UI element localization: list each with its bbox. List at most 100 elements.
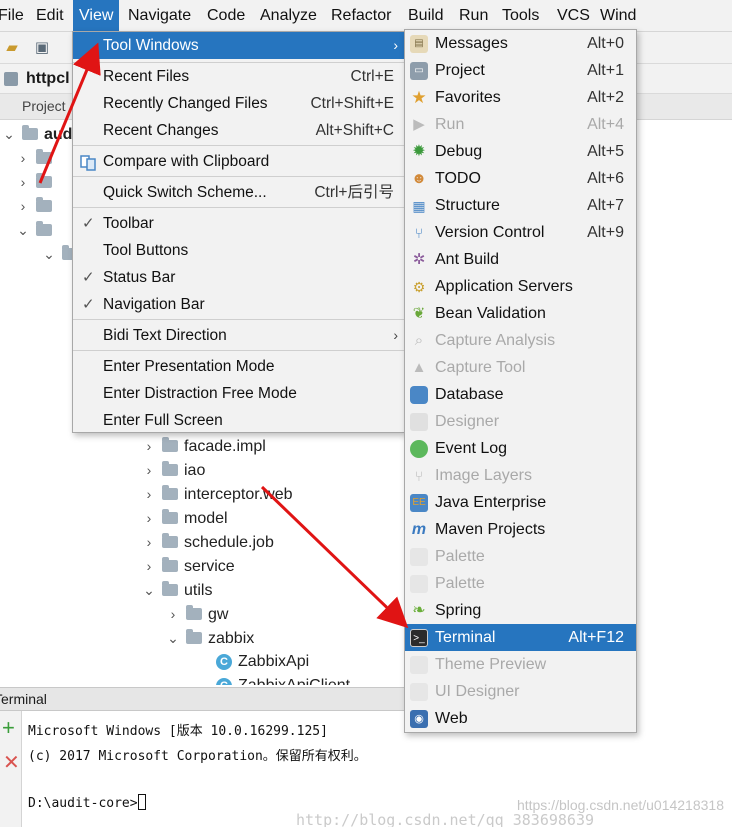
- tool-window-shortcut: Alt+5: [587, 143, 624, 160]
- tool-window-structure[interactable]: ▦ Structure Alt+7: [405, 192, 636, 219]
- tool-window-todo[interactable]: ☻ TODO Alt+6: [405, 165, 636, 192]
- tree-root-row[interactable]: ⌄ aud: [0, 122, 72, 146]
- menu-navigate[interactable]: Navigate: [122, 0, 197, 31]
- tree-row[interactable]: ⌄: [14, 218, 58, 242]
- menu-item-full-screen[interactable]: Enter Full Screen: [73, 407, 404, 434]
- menu-item-label: Tool Buttons: [103, 242, 189, 259]
- menu-item-presentation-mode[interactable]: Enter Presentation Mode: [73, 353, 404, 380]
- chevron-right-icon[interactable]: ›: [14, 146, 32, 170]
- menu-run[interactable]: Run: [453, 0, 494, 31]
- tool-window-capture-tool[interactable]: ▲ Capture Tool: [405, 354, 636, 381]
- tool-window-run[interactable]: ▶ Run Alt+4: [405, 111, 636, 138]
- capture-tool-icon: ▲: [411, 359, 427, 376]
- tree-item-zabbixapiclient[interactable]: C ZabbixApiClient: [212, 674, 350, 685]
- tree-item-model[interactable]: › model: [140, 506, 228, 530]
- tree-item-facade-impl[interactable]: › facade.impl: [140, 434, 266, 458]
- menu-item-bidi-text-direction[interactable]: Bidi Text Direction ›: [73, 322, 404, 349]
- menu-tools[interactable]: Tools: [496, 0, 545, 31]
- tree-item-label: iao: [184, 462, 206, 479]
- chevron-down-icon[interactable]: ⌄: [14, 218, 32, 242]
- menu-code[interactable]: Code: [201, 0, 251, 31]
- tool-window-spring[interactable]: ❧ Spring: [405, 597, 636, 624]
- tool-window-bean-validation[interactable]: ❦ Bean Validation: [405, 300, 636, 327]
- tool-window-palette[interactable]: Palette: [405, 543, 636, 570]
- menu-window[interactable]: Wind: [594, 0, 642, 31]
- tool-window-event-log[interactable]: Event Log: [405, 435, 636, 462]
- tool-window-project[interactable]: ▭ Project Alt+1: [405, 57, 636, 84]
- tree-item-utils[interactable]: ⌄ utils: [140, 578, 212, 602]
- chevron-right-icon[interactable]: ›: [164, 602, 182, 626]
- breadcrumb-project[interactable]: httpcl: [26, 70, 70, 88]
- tool-window-messages[interactable]: ▤ Messages Alt+0: [405, 30, 636, 57]
- menu-analyze[interactable]: Analyze: [254, 0, 323, 31]
- tool-window-version-control[interactable]: ⑂ Version Control Alt+9: [405, 219, 636, 246]
- menu-item-distraction-free-mode[interactable]: Enter Distraction Free Mode: [73, 380, 404, 407]
- tree-row[interactable]: ›: [14, 194, 58, 218]
- tree-row[interactable]: ›: [14, 170, 58, 194]
- menu-item-navigation-bar[interactable]: ✓ Navigation Bar: [73, 291, 404, 318]
- menu-item-status-bar[interactable]: ✓ Status Bar: [73, 264, 404, 291]
- chevron-right-icon[interactable]: ›: [14, 194, 32, 218]
- tool-window-label: Messages: [435, 35, 508, 52]
- open-folder-icon[interactable]: ▰: [2, 38, 22, 58]
- terminal-title[interactable]: Terminal: [0, 688, 47, 710]
- tool-window-theme-preview[interactable]: Theme Preview: [405, 651, 636, 678]
- tool-window-maven-projects[interactable]: m Maven Projects: [405, 516, 636, 543]
- menu-file[interactable]: File: [0, 0, 30, 31]
- save-icon[interactable]: ▣: [32, 38, 52, 58]
- close-session-icon[interactable]: ✕: [3, 753, 20, 773]
- tree-item-schedule-job[interactable]: › schedule.job: [140, 530, 274, 554]
- menu-item-compare-with-clipboard[interactable]: Compare with Clipboard: [73, 148, 404, 175]
- tool-window-image-layers[interactable]: ⑂ Image Layers: [405, 462, 636, 489]
- tree-item-zabbixapi[interactable]: C ZabbixApi: [212, 650, 309, 674]
- tool-window-application-servers[interactable]: ⚙ Application Servers: [405, 273, 636, 300]
- menu-item-recently-changed-files[interactable]: Recently Changed Files Ctrl+Shift+E: [73, 90, 404, 117]
- menu-item-label: Recently Changed Files: [103, 95, 268, 112]
- tool-window-palette[interactable]: Palette: [405, 570, 636, 597]
- menu-item-recent-changes[interactable]: Recent Changes Alt+Shift+C: [73, 117, 404, 144]
- tool-window-label: Event Log: [435, 440, 508, 457]
- chevron-right-icon[interactable]: ›: [140, 482, 158, 506]
- chevron-right-icon[interactable]: ›: [140, 434, 158, 458]
- chevron-down-icon[interactable]: ⌄: [140, 578, 158, 602]
- tree-item-interceptor-web[interactable]: › interceptor.web: [140, 482, 293, 506]
- chevron-right-icon[interactable]: ›: [140, 458, 158, 482]
- tool-window-debug[interactable]: ✹ Debug Alt+5: [405, 138, 636, 165]
- menu-item-tool-buttons[interactable]: Tool Buttons: [73, 237, 404, 264]
- tool-window-label: Debug: [435, 143, 483, 160]
- tool-window-shortcut: Alt+6: [587, 170, 624, 187]
- menu-vcs[interactable]: VCS: [551, 0, 596, 31]
- tree-item-iao[interactable]: › iao: [140, 458, 205, 482]
- project-panel-title[interactable]: Project: [22, 98, 66, 114]
- tree-item-zabbix[interactable]: ⌄ zabbix: [164, 626, 254, 650]
- chevron-right-icon[interactable]: ›: [14, 170, 32, 194]
- chevron-right-icon[interactable]: ›: [140, 554, 158, 578]
- tool-window-web[interactable]: ◉ Web: [405, 705, 636, 732]
- new-session-icon[interactable]: +: [2, 717, 15, 739]
- menu-item-recent-files[interactable]: Recent Files Ctrl+E: [73, 63, 404, 90]
- tool-window-java-enterprise[interactable]: EE Java Enterprise: [405, 489, 636, 516]
- tool-window-terminal[interactable]: >_ Terminal Alt+F12: [405, 624, 636, 651]
- chevron-down-icon[interactable]: ⌄: [0, 122, 18, 146]
- chevron-down-icon[interactable]: ⌄: [40, 242, 58, 266]
- tree-item-service[interactable]: › service: [140, 554, 235, 578]
- menu-item-quick-switch-scheme[interactable]: Quick Switch Scheme... Ctrl+后引号: [73, 179, 404, 206]
- tool-window-ui-designer[interactable]: UI Designer: [405, 678, 636, 705]
- menu-view[interactable]: View: [73, 0, 120, 31]
- tool-window-capture-analysis[interactable]: ⌕ Capture Analysis: [405, 327, 636, 354]
- menu-edit[interactable]: Edit: [30, 0, 70, 31]
- tree-item-gw[interactable]: › gw: [164, 602, 228, 626]
- menu-refactor[interactable]: Refactor: [325, 0, 397, 31]
- tool-window-label: Project: [435, 62, 485, 79]
- chevron-down-icon[interactable]: ⌄: [164, 626, 182, 650]
- tool-window-database[interactable]: Database: [405, 381, 636, 408]
- menu-item-tool-windows[interactable]: Tool Windows ›: [73, 32, 404, 59]
- tree-row[interactable]: ›: [14, 146, 58, 170]
- menu-build[interactable]: Build: [402, 0, 450, 31]
- chevron-right-icon[interactable]: ›: [140, 530, 158, 554]
- menu-item-toolbar[interactable]: ✓ Toolbar: [73, 210, 404, 237]
- chevron-right-icon[interactable]: ›: [140, 506, 158, 530]
- tool-window-ant-build[interactable]: ✲ Ant Build: [405, 246, 636, 273]
- tool-window-favorites[interactable]: ★ Favorites Alt+2: [405, 84, 636, 111]
- tool-window-designer[interactable]: Designer: [405, 408, 636, 435]
